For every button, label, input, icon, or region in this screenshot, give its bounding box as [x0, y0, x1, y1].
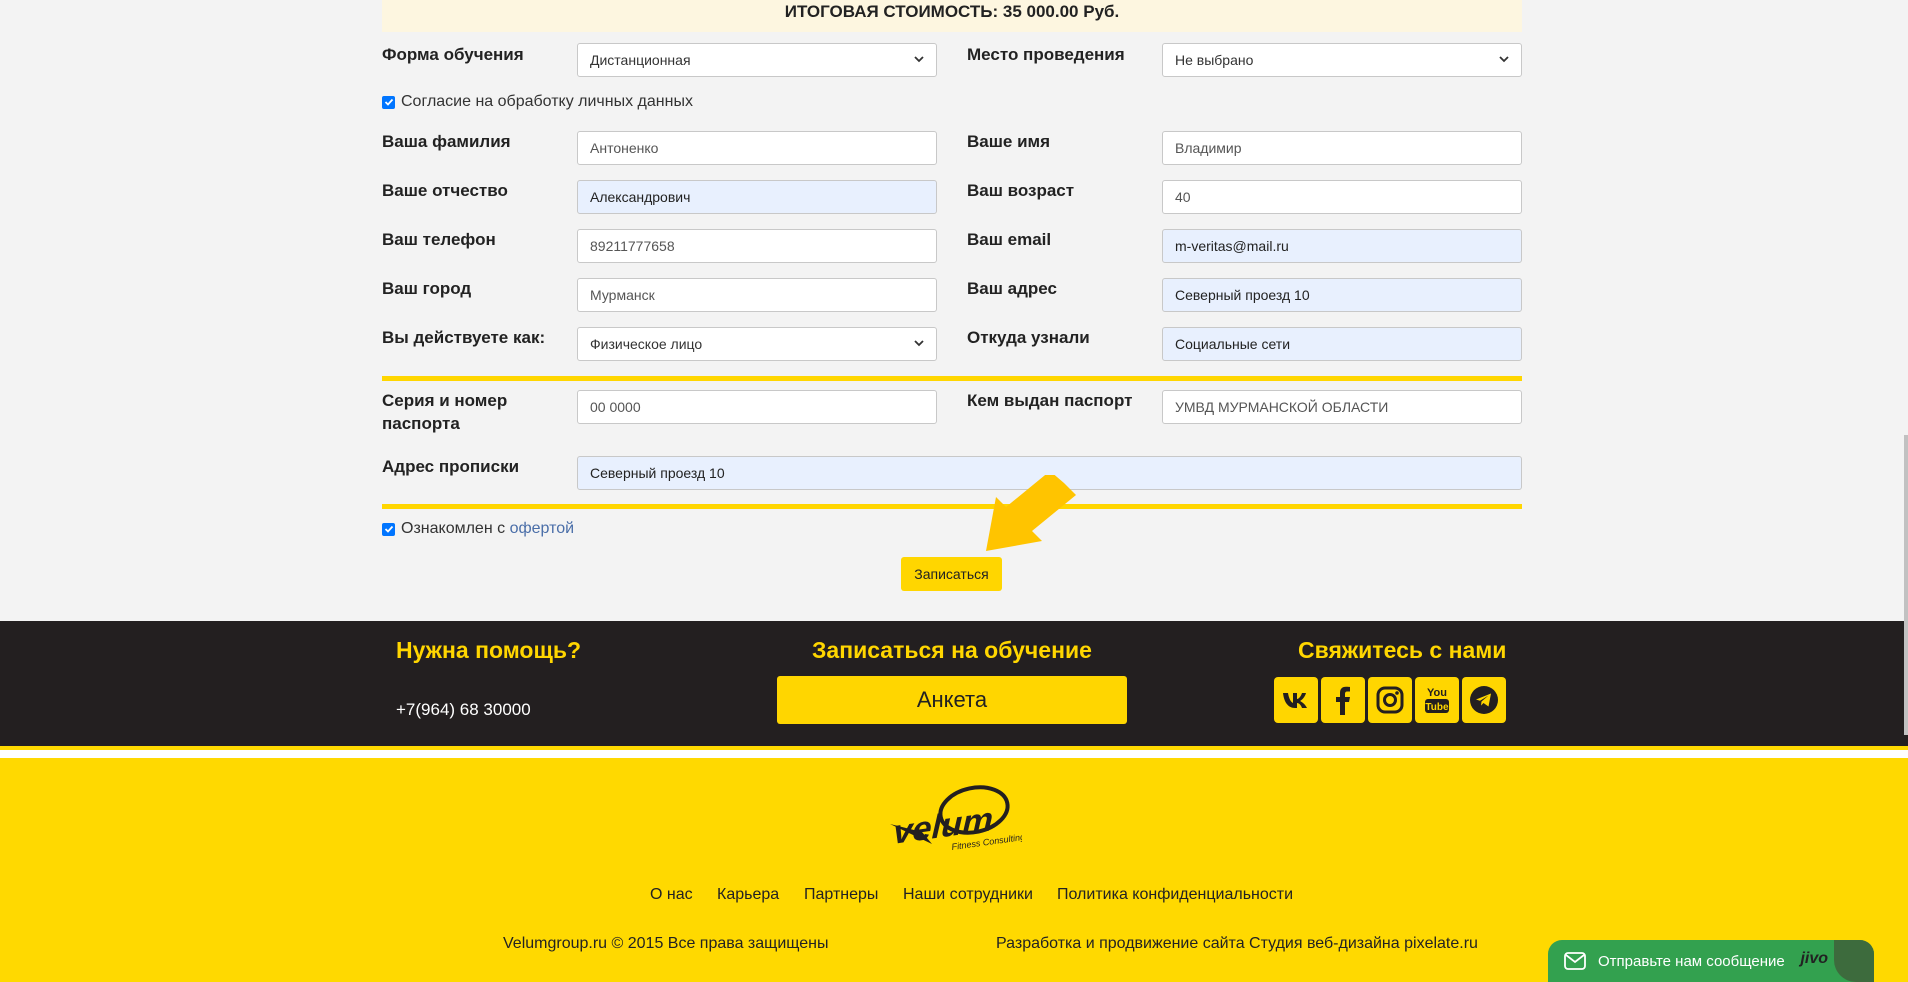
age-input[interactable]: 40	[1162, 180, 1522, 214]
nav-privacy[interactable]: Политика конфиденциальности	[1057, 886, 1293, 904]
email-input[interactable]: m-veritas@mail.ru	[1162, 229, 1522, 263]
study-form-value: Дистанционная	[590, 52, 691, 68]
email-label: Ваш email	[967, 230, 1052, 249]
acting-as-value: Физическое лицо	[590, 336, 703, 352]
passport-number-input[interactable]: 00 0000	[577, 390, 937, 424]
nav-staff[interactable]: Наши сотрудники	[903, 886, 1033, 904]
nav-about[interactable]: О нас	[650, 886, 693, 904]
chevron-down-icon	[1499, 56, 1509, 63]
vk-icon[interactable]	[1274, 677, 1318, 723]
venue-select[interactable]: Не выбрано	[1162, 43, 1522, 77]
instagram-icon[interactable]	[1368, 677, 1412, 723]
section-divider	[382, 376, 1522, 381]
passport-issuer-input[interactable]: УМВД МУРМАНСКОЙ ОБЛАСТИ	[1162, 390, 1522, 424]
last-name-label: Ваша фамилия	[382, 132, 511, 151]
phone-label: Ваш телефон	[382, 230, 496, 249]
passport-number-label-line2: паспорта	[382, 414, 460, 433]
age-label: Ваш возраст	[967, 181, 1075, 200]
copyright: Velumgroup.ru © 2015 Все права защищены	[503, 935, 829, 952]
offer-checkbox-row[interactable]: Ознакомлен с офертой	[382, 520, 574, 538]
address-label: Ваш адрес	[967, 279, 1057, 298]
nav-career[interactable]: Карьера	[717, 886, 779, 904]
submit-button[interactable]: Записаться	[901, 557, 1002, 591]
registration-address-label: Адрес прописки	[382, 457, 520, 476]
chevron-down-icon	[914, 340, 924, 347]
consent-checkbox[interactable]	[382, 95, 395, 109]
velum-logo[interactable]: velum Fitness Consulting	[882, 782, 1022, 862]
city-label: Ваш город	[382, 279, 472, 298]
telegram-icon[interactable]	[1462, 677, 1506, 723]
acting-as-select[interactable]: Физическое лицо	[577, 327, 937, 361]
source-input[interactable]: Социальные сети	[1162, 327, 1522, 361]
address-input[interactable]: Северный проезд 10	[1162, 278, 1522, 312]
enroll-title: Записаться на обучение	[812, 637, 1092, 663]
footer-phone[interactable]: +7(964) 68 30000	[396, 700, 531, 720]
contact-title: Свяжитесь с нами	[1298, 637, 1507, 663]
chat-label: Отправьте нам сообщение	[1598, 952, 1785, 970]
offer-label: Ознакомлен с	[401, 520, 510, 537]
offer-checkbox[interactable]	[382, 522, 395, 536]
city-input[interactable]: Мурманск	[577, 278, 937, 312]
youtube-icon[interactable]: You Tube	[1415, 677, 1459, 723]
passport-number-label: Серия и номер паспорта	[382, 389, 507, 435]
svg-text:Tube: Tube	[1425, 702, 1449, 713]
study-form-label: Форма обучения	[382, 45, 524, 64]
first-name-input[interactable]: Владимир	[1162, 131, 1522, 165]
anketa-button[interactable]: Анкета	[777, 676, 1127, 724]
offer-link[interactable]: офертой	[510, 520, 575, 537]
venue-label: Место проведения	[967, 45, 1125, 64]
mail-icon	[1564, 952, 1586, 970]
acting-as-label: Вы действуете как:	[382, 328, 546, 347]
chevron-down-icon	[914, 56, 924, 63]
arrow-pointer-icon	[986, 475, 1076, 551]
facebook-icon[interactable]	[1321, 677, 1365, 723]
patronymic-input[interactable]: Александрович	[577, 180, 937, 214]
section-divider	[382, 504, 1522, 509]
consent-checkbox-row[interactable]: Согласие на обработку личных данных	[382, 93, 693, 111]
total-cost: ИТОГОВАЯ СТОИМОСТЬ: 35 000.00 Руб.	[382, 0, 1522, 32]
phone-input[interactable]: 89211777658	[577, 229, 937, 263]
chat-widget[interactable]: Отправьте нам сообщение jivo	[1548, 940, 1874, 982]
passport-number-label-line1: Серия и номер	[382, 391, 508, 410]
developer-link[interactable]: Разработка и продвижение сайта Студия ве…	[996, 935, 1478, 953]
scrollbar[interactable]	[1904, 435, 1908, 735]
first-name-label: Ваше имя	[967, 132, 1051, 151]
passport-issuer-label: Кем выдан паспорт	[967, 391, 1133, 410]
last-name-input[interactable]: Антоненко	[577, 131, 937, 165]
chat-corner	[1834, 940, 1874, 982]
help-title: Нужна помощь?	[396, 637, 582, 663]
footer-accent-line	[0, 746, 1908, 750]
patronymic-label: Ваше отчество	[382, 181, 508, 200]
nav-partners[interactable]: Партнеры	[804, 886, 878, 904]
source-label: Откуда узнали	[967, 328, 1090, 347]
jivo-logo: jivo	[1800, 950, 1828, 967]
consent-label: Согласие на обработку личных данных	[401, 93, 693, 110]
venue-value: Не выбрано	[1175, 52, 1254, 68]
study-form-select[interactable]: Дистанционная	[577, 43, 937, 77]
svg-text:You: You	[1427, 687, 1447, 699]
